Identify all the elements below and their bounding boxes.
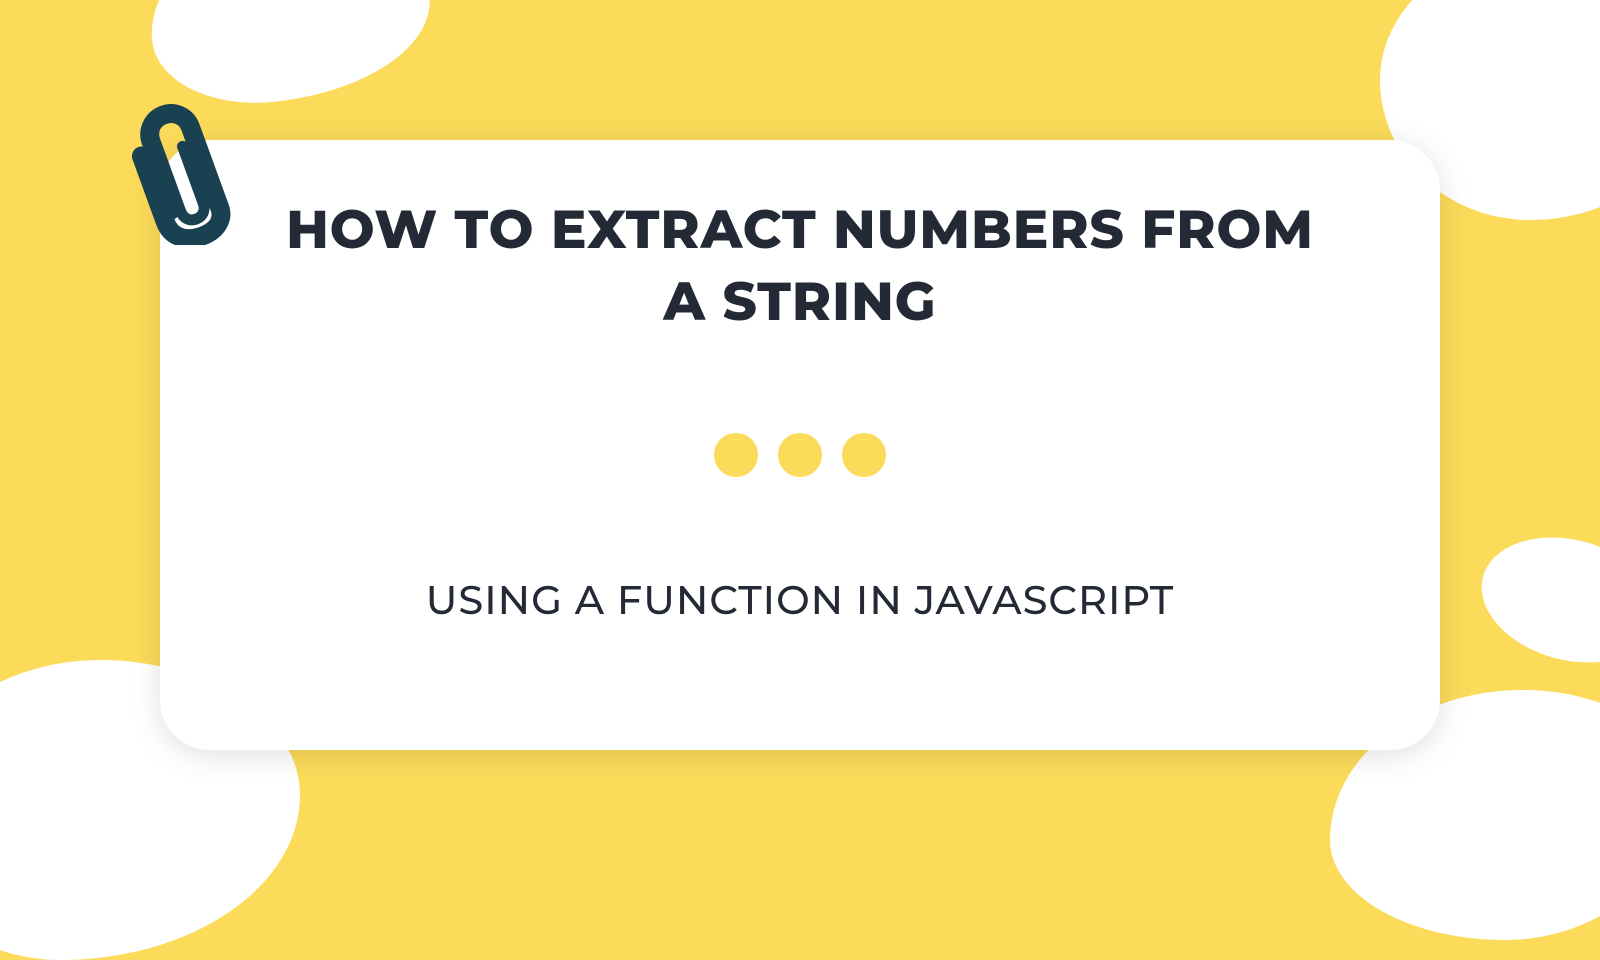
dot-icon bbox=[842, 433, 886, 477]
title-card: HOW TO EXTRACT NUMBERS FROM A STRING USI… bbox=[160, 140, 1440, 750]
decorative-blob bbox=[143, 0, 438, 112]
decorative-blob bbox=[1468, 519, 1600, 681]
author-handle: @CODERGILLICK bbox=[1345, 799, 1554, 826]
divider-dots bbox=[714, 433, 886, 477]
paperclip-icon bbox=[122, 100, 232, 250]
dot-icon bbox=[778, 433, 822, 477]
subtitle: USING A FUNCTION IN JAVASCRIPT bbox=[426, 572, 1174, 630]
main-title: HOW TO EXTRACT NUMBERS FROM A STRING bbox=[260, 195, 1340, 338]
dot-icon bbox=[714, 433, 758, 477]
